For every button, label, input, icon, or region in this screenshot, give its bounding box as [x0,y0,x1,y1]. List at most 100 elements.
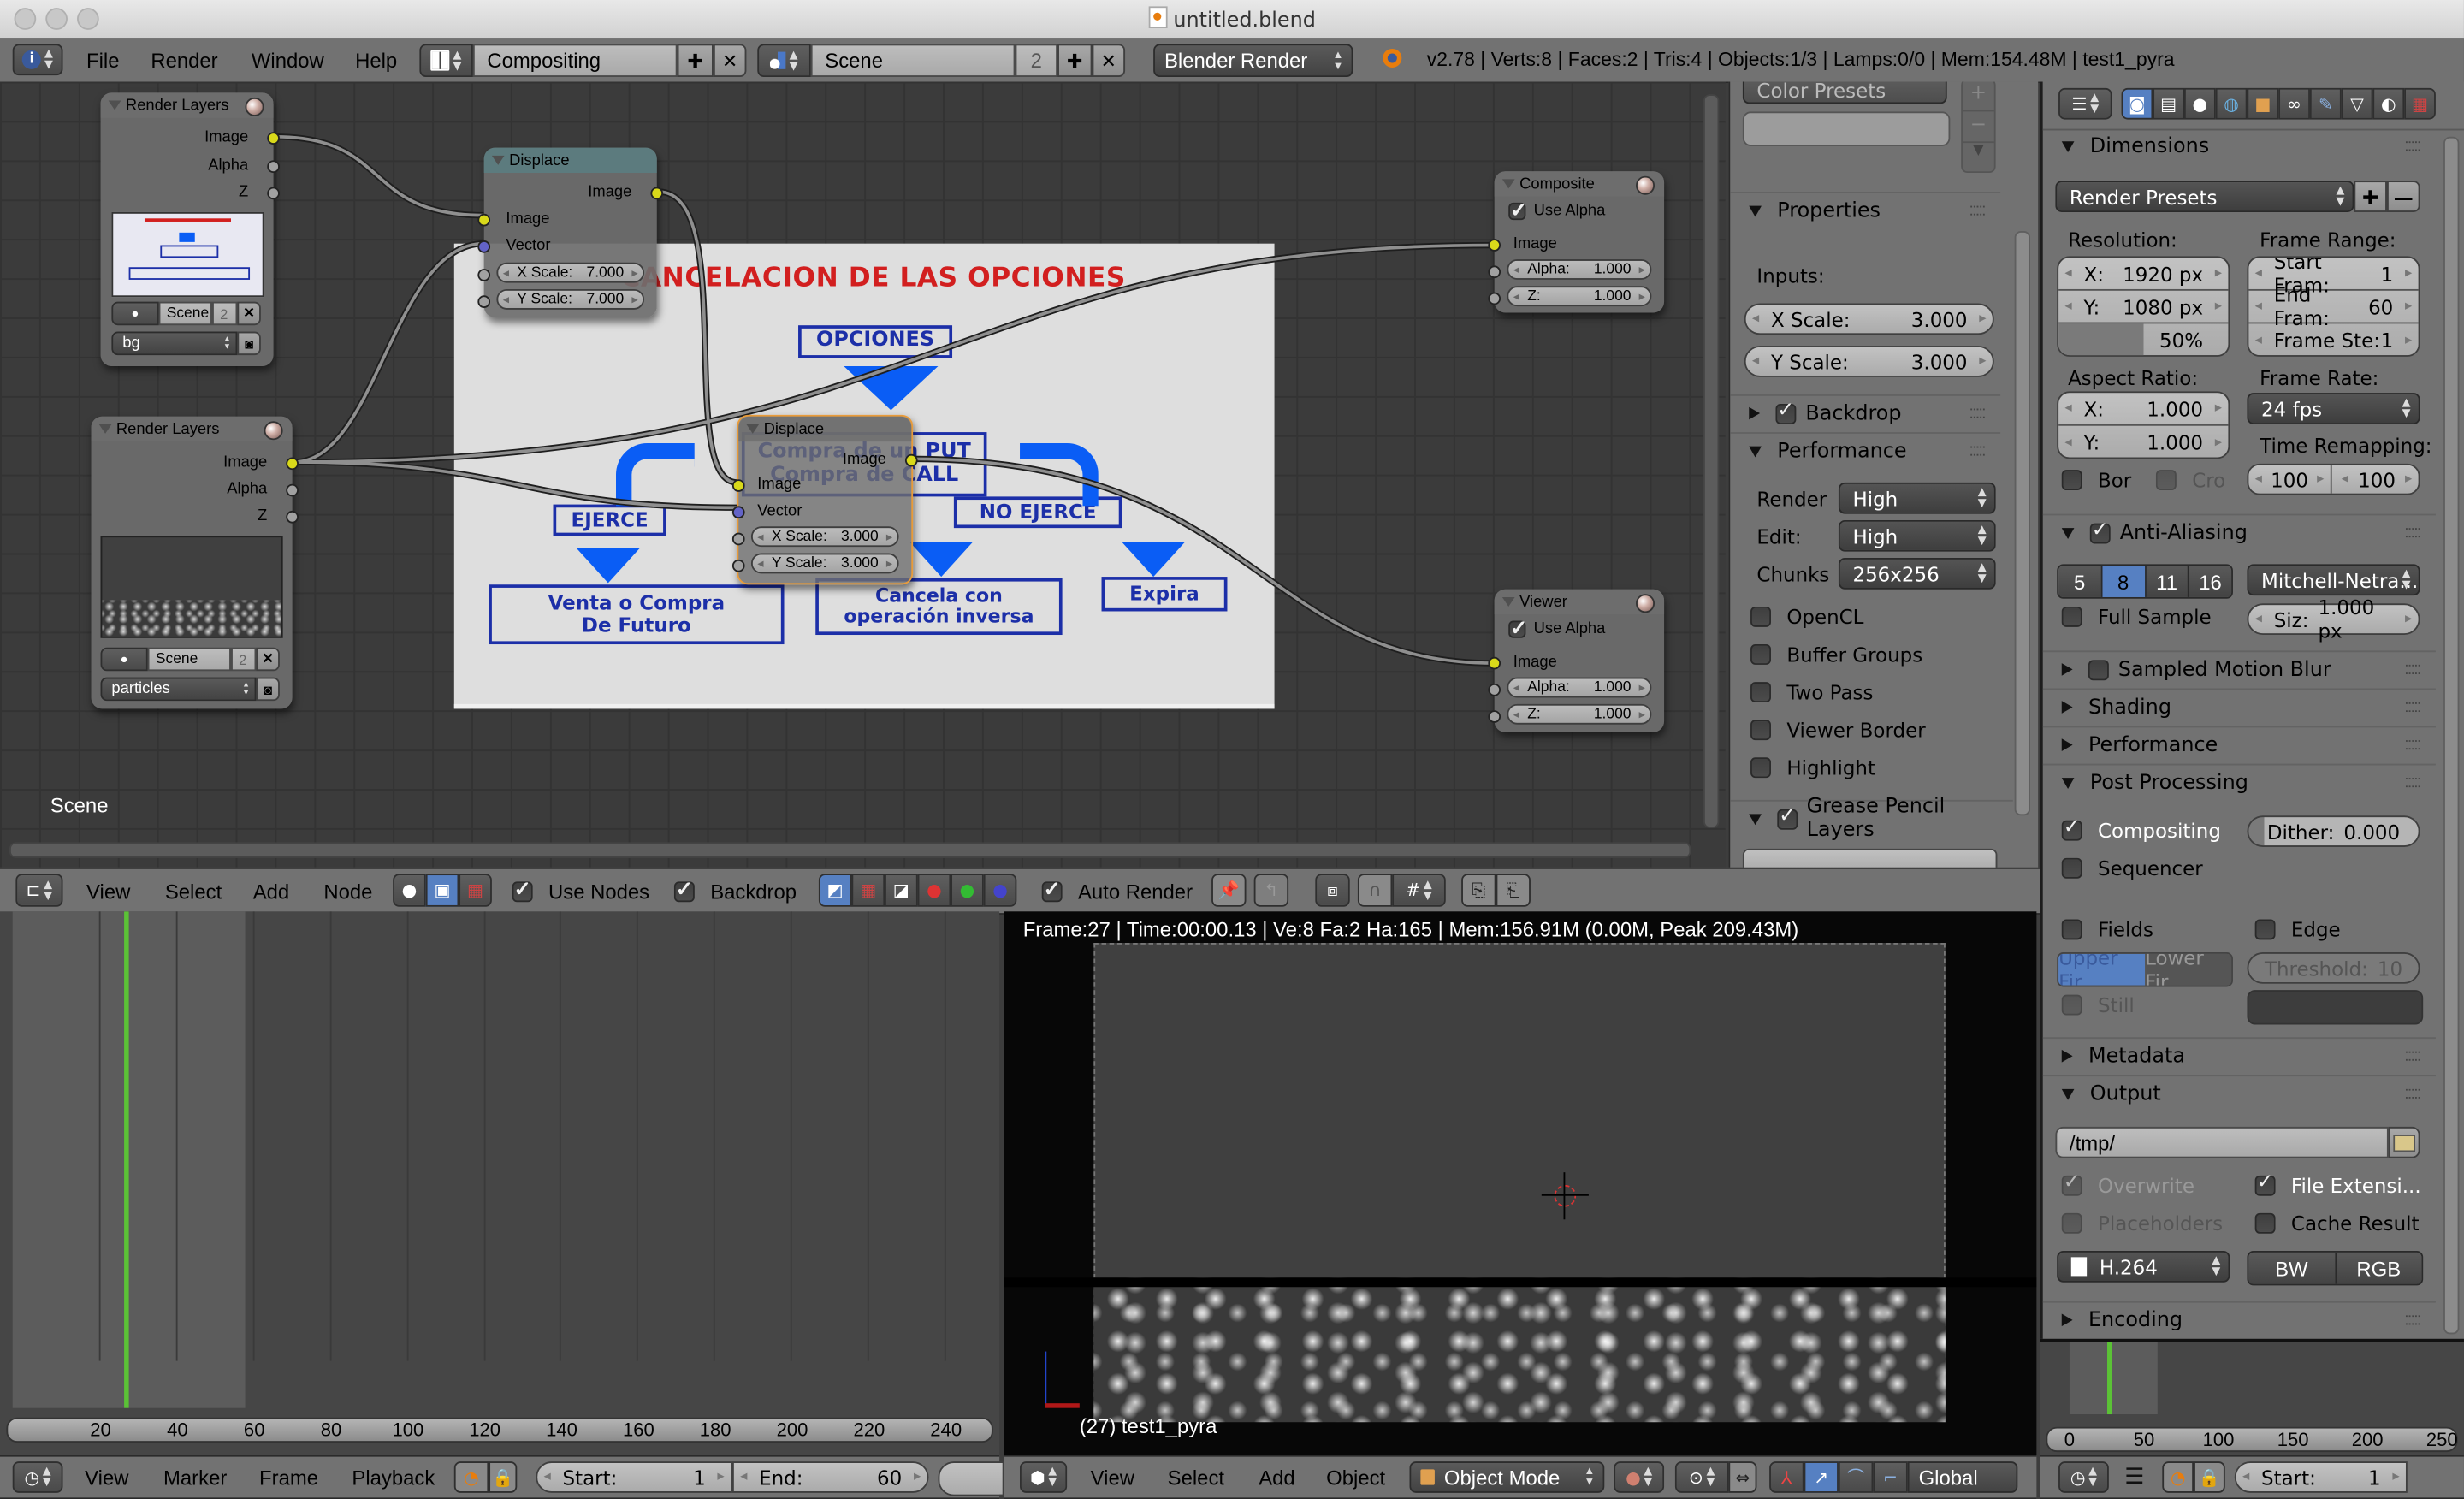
props-x-scale-field[interactable]: ◂ X Scale: 3.000 ▸ [1744,303,1994,335]
menu-object[interactable]: Object [1326,1457,1385,1498]
panel-performance-header[interactable]: Performance [2042,726,2436,762]
props-y-scale-field[interactable]: ◂ Y Scale: 3.000 ▸ [1744,346,1994,377]
panel-anti-aliasing-header[interactable]: Anti-Aliasing [2042,513,2436,550]
scene-selector[interactable]: ● [100,647,148,672]
edit-quality-dropdown[interactable]: High ▲ ▼ [1838,519,1996,552]
render-quality-dropdown[interactable]: High ▲ ▼ [1838,482,1996,514]
y-scale-field[interactable]: Y Scale: 3.000 [750,553,899,574]
two-pass-checkbox[interactable]: Two Pass [1750,680,1873,704]
screen-layout-selector[interactable]: ▲ ▼ [419,44,473,77]
frame-step-field[interactable]: ◂ Frame Ste: 1 ▸ [2248,323,2418,355]
placeholders-checkbox[interactable]: Placeholders [2061,1212,2223,1235]
output-socket-image[interactable] [286,457,299,471]
z-field[interactable]: Z: 1.000 [1507,286,1652,307]
add-preset-button[interactable]: + [1963,82,1994,110]
panel-performance-header[interactable]: Performance [1730,432,2001,468]
input-socket-image[interactable] [1488,656,1502,670]
color-mode-rgb[interactable]: RGB [2336,1252,2422,1284]
node-header[interactable]: Render Layers [91,416,293,442]
copy-button[interactable]: ⎘ [1461,874,1496,907]
shader-nodes-button[interactable]: ● [393,874,426,907]
drag-grip-icon[interactable] [1970,205,1985,216]
node-viewer[interactable]: Viewer Use Alpha Image Alpha: 1.000 Z: 1.0… [1488,589,1665,732]
resolution-x-field[interactable]: ◂ X: 1920 px ▸ [2058,258,2229,291]
editor-type-properties-button[interactable]: ☰ ▲ ▼ [2058,87,2112,120]
tab-object[interactable]: ■ [2247,87,2279,120]
add-preset-button[interactable]: ✚ [2354,181,2387,212]
x-scale-field[interactable]: X Scale: 7.000 [496,262,645,283]
input-socket-y-scale[interactable] [477,295,491,308]
edge-checkbox[interactable]: Edge [2254,918,2341,941]
drag-grip-icon[interactable] [2405,1315,2420,1325]
menu-collapse-icon[interactable]: ☰ [2124,1465,2144,1490]
input-socket-alpha[interactable] [1488,683,1502,696]
timeline-area-right[interactable]: 0 50 100 150 200 250 [2040,1338,2464,1459]
node-render-layers-particles[interactable]: Render Layers Image Alpha Z ● Scene 2 ✕ … [91,416,299,709]
remove-preset-button[interactable]: — [2386,181,2420,212]
menu-frame[interactable]: Frame [259,1457,318,1498]
lock-range-button[interactable]: 🔒 [2194,1461,2225,1493]
aa-samples-11[interactable]: 11 [2146,566,2189,597]
render-layer-button[interactable]: ◙ [237,331,261,356]
menu-file[interactable]: File [86,38,119,81]
properties-scrollbar[interactable] [2014,230,2031,816]
tab-data[interactable]: ▽ [2341,87,2373,120]
move-down-button[interactable]: ▼ [1963,141,1994,171]
editor-type-3d-view-button[interactable]: ⬢ ▲ ▼ [1020,1461,1068,1493]
node-displace-2-active[interactable]: Displace Image Image Vector X Scale: 3.00… [732,414,918,585]
browse-output-button[interactable] [2388,1126,2420,1158]
chunks-dropdown[interactable]: 256x256 ▲ ▼ [1838,558,1996,590]
tab-material[interactable]: ◐ [2372,87,2405,120]
add-screen-button[interactable]: ✚ [677,44,714,77]
render-layer-button[interactable]: ◙ [256,677,280,702]
node-displace-1[interactable]: Displace Image Image Vector X Scale: 7.00… [477,147,664,318]
drag-grip-icon[interactable] [2405,778,2420,788]
tab-constraints[interactable]: ∞ [2278,87,2310,120]
menu-node[interactable]: Node [323,869,372,913]
still-checkbox[interactable]: Still [2061,993,2135,1016]
channel-green-button[interactable]: ● [951,874,984,907]
viewport-shading-dropdown[interactable]: ● ▲ ▼ [1614,1461,1665,1493]
backdrop-checkbox[interactable]: Backdrop [673,877,797,904]
upper-field-first-option[interactable]: Upper Fir [2058,953,2146,986]
pivot-point-dropdown[interactable]: ⊙ ▲ ▼ [1674,1461,1729,1493]
menu-playback[interactable]: Playback [352,1457,435,1498]
delete-screen-button[interactable]: ✕ [713,44,747,77]
node-header[interactable]: Render Layers [100,92,274,118]
end-frame-field[interactable]: ◂ End Fram: 60 ▸ [2248,283,2419,330]
drag-grip-icon[interactable] [2405,1051,2420,1061]
render-properties-scrollbar[interactable] [2443,136,2460,1335]
time-remap-new-field[interactable]: ◂ 100 ▸ [2335,465,2418,494]
alpha-field[interactable]: Alpha: 1.000 [1507,259,1652,280]
channel-blue-button[interactable]: ● [983,874,1017,907]
full-sample-checkbox[interactable]: Full Sample [2061,605,2212,629]
menu-marker[interactable]: Marker [163,1457,227,1498]
input-socket-vector[interactable] [477,240,491,253]
frame-rate-dropdown[interactable]: 24 fps ▲ ▼ [2247,393,2420,424]
drag-grip-icon[interactable] [2405,1088,2420,1099]
timeline-ruler[interactable]: 20 40 60 80 100 120 140 160 180 200 220 240 [6,1417,993,1443]
aa-filter-dropdown[interactable]: Mitchell-Netra... ▲ ▼ [2247,564,2420,596]
panel-output-header[interactable]: Output [2042,1075,2436,1111]
3d-cursor-icon[interactable] [1541,1172,1589,1220]
input-socket-alpha[interactable] [1488,265,1502,279]
snap-node-button[interactable]: ⧈ [1315,874,1350,907]
pin-button[interactable]: 📌 [1211,874,1247,907]
menu-view[interactable]: View [86,869,130,913]
tab-render-layers[interactable]: ▤ [2153,87,2185,120]
drag-grip-icon[interactable] [1970,408,1985,418]
lower-field-first-option[interactable]: Lower Fir [2145,953,2232,986]
snap-element-dropdown[interactable]: # ▲ ▼ [1392,874,1446,907]
node-editor-horizontal-scrollbar[interactable] [9,842,1691,858]
aa-filter-size-field[interactable]: ◂ Siz: 1.000 px ▸ [2247,595,2420,643]
menu-view[interactable]: View [85,1457,128,1498]
manipulate-center-points-button[interactable]: ⇔ [1728,1461,1757,1493]
menu-add[interactable]: Add [253,869,290,913]
editor-type-timeline-button[interactable]: ◷ ▲ ▼ [12,1461,63,1493]
opencl-checkbox[interactable]: OpenCL [1750,605,1863,629]
snap-toggle-button[interactable]: ∩ [1357,874,1393,907]
timeline-ruler[interactable]: 0 50 100 150 200 250 [2046,1426,2458,1453]
end-frame-field[interactable]: ◂ End: 60 ▸ [732,1461,929,1493]
render-layer-dropdown[interactable]: particles ▲ ▼ [100,677,257,702]
output-socket-image[interactable] [904,453,918,467]
